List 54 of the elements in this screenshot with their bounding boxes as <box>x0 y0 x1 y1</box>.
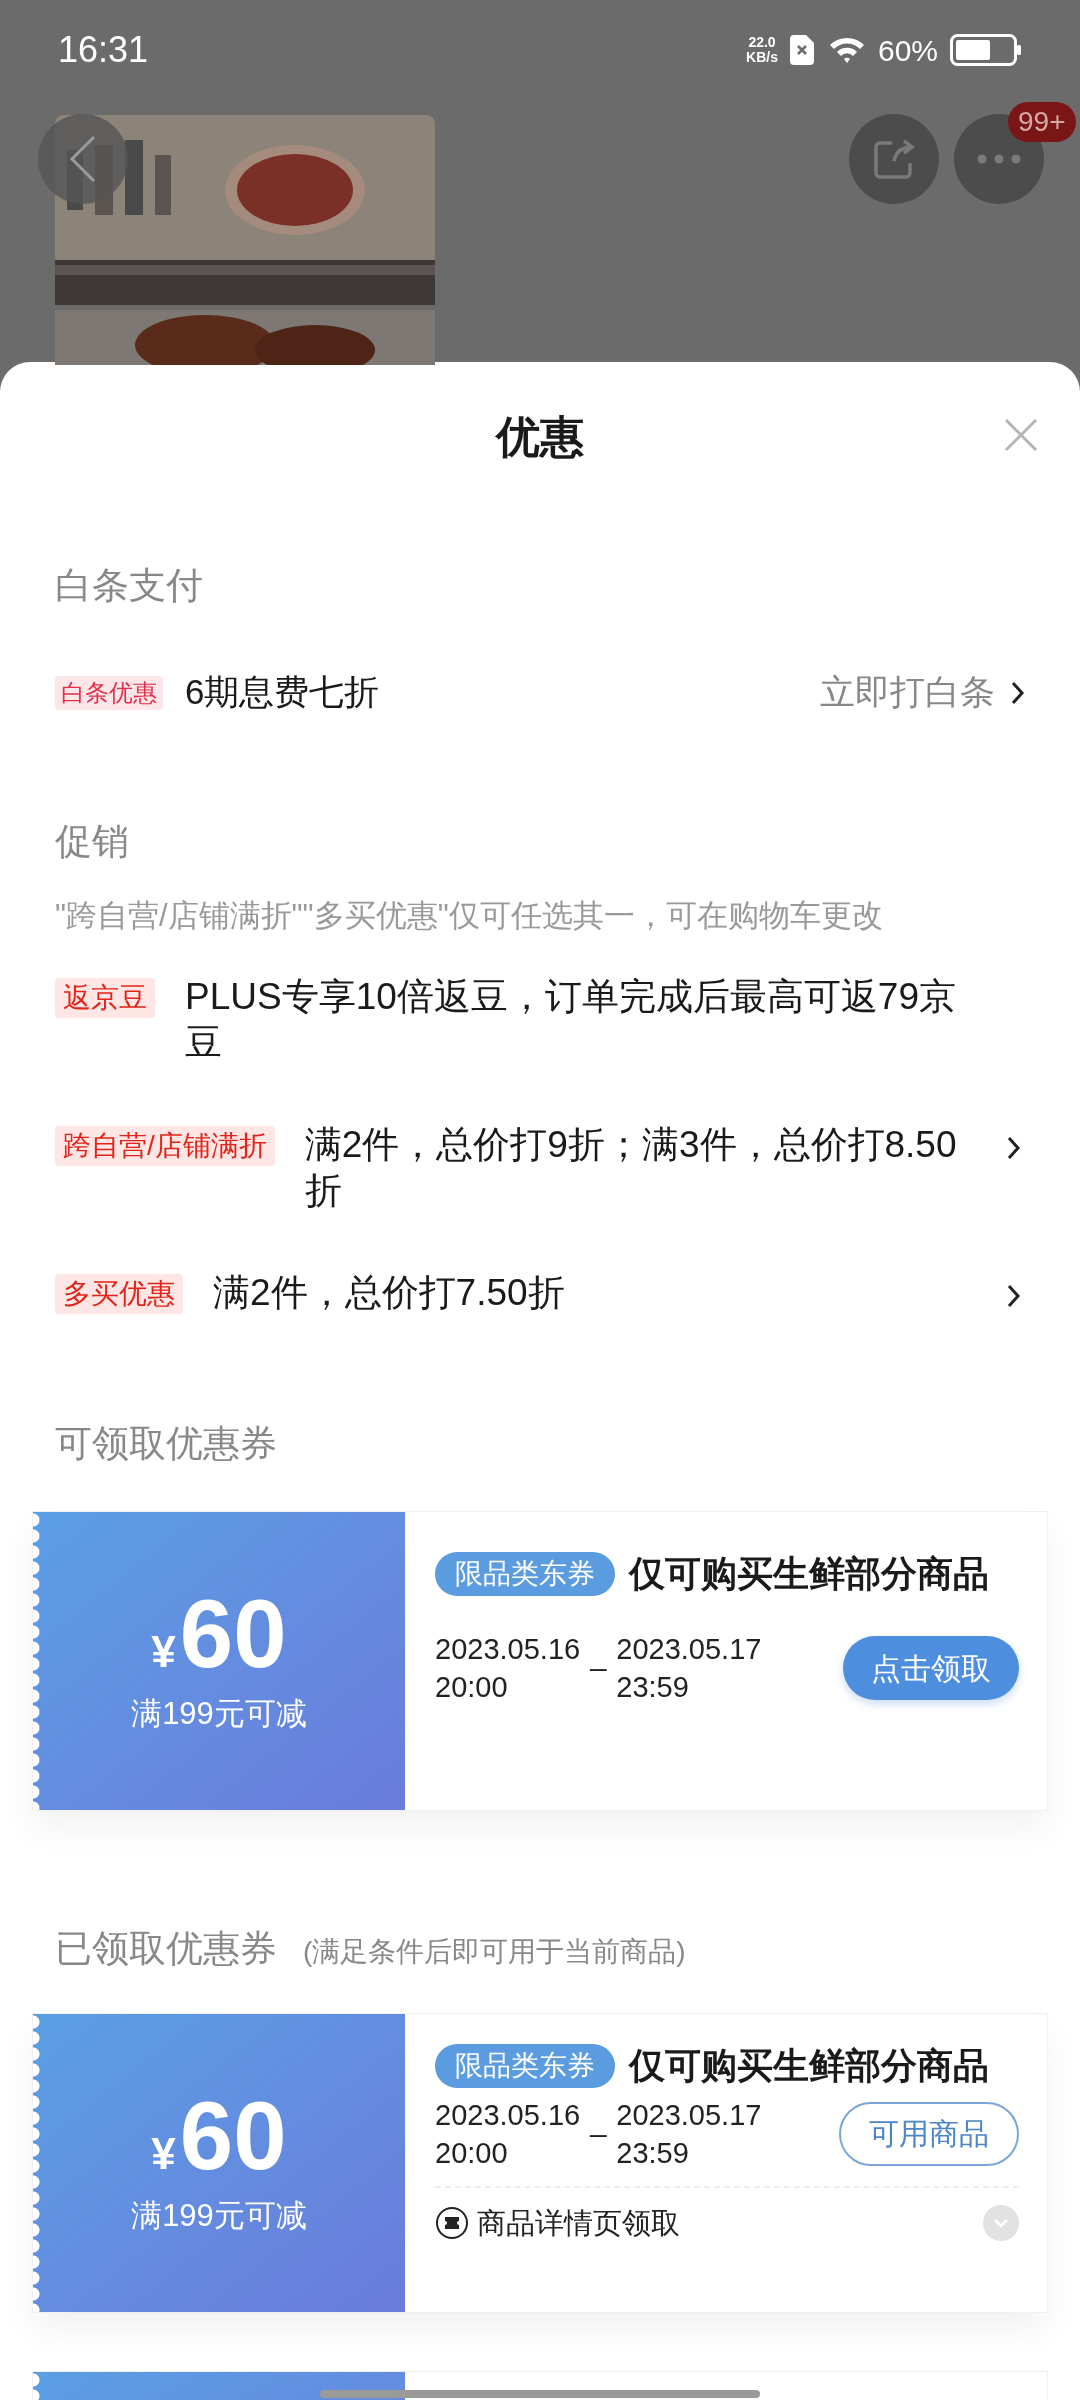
sheet-title: 优惠 <box>496 411 584 463</box>
start-time: 20:00 <box>435 2135 509 2171</box>
start-date: 2023.05.16 <box>435 1632 581 1667</box>
battery-percent: 60% <box>877 32 938 69</box>
promotion-note: "跨自营/店铺满折""多买优惠"仅可任选其一，可在购物车更改 <box>55 897 884 935</box>
chevron-icon <box>1011 680 1025 705</box>
date-separator: _ <box>590 2103 607 2139</box>
coupon-condition: 满199元可减 <box>131 1695 307 1734</box>
status-time: 16:31 <box>58 28 150 72</box>
claim-button[interactable]: 点击领取 <box>843 1636 1019 1700</box>
promo-tag: 返京豆 <box>55 977 155 1018</box>
promo-text: 满2件，总价打9折；满3件，总价打8.50折 <box>304 1122 958 1213</box>
chevron-icon[interactable] <box>1007 1135 1021 1160</box>
network-speed: 22.0 KB/s <box>746 35 778 65</box>
coupon-tag: 限品类东券 <box>435 1552 615 1596</box>
currency-symbol: ¥ <box>151 1626 176 1679</box>
start-time: 20:00 <box>435 1670 509 1705</box>
notification-badge: 99+ <box>1008 102 1076 142</box>
coupon-amount: 60 <box>179 2085 287 2187</box>
more-icon <box>977 154 1021 164</box>
battery-icon <box>950 34 1022 66</box>
end-date: 2023.05.17 <box>616 2097 762 2133</box>
coupon-condition: 满199元可减 <box>131 2196 307 2235</box>
sim-icon <box>789 35 814 65</box>
ticket-icon <box>435 2206 469 2241</box>
end-time: 23:59 <box>616 1670 690 1705</box>
section-note: (满足条件后即可用于当前商品) <box>303 1935 686 1969</box>
end-date: 2023.05.17 <box>616 1632 762 1667</box>
share-icon <box>872 137 916 181</box>
coupon-description: 仅可购买生鲜部分商品 <box>629 2043 990 2088</box>
expand-icon[interactable] <box>983 2205 1019 2242</box>
promo-text: PLUS专享10倍返豆，订单完成后最高可返79京豆 <box>185 974 957 1065</box>
applicable-goods-button[interactable]: 可用商品 <box>839 2101 1019 2166</box>
promo-tag: 跨自营/店铺满折 <box>55 1125 275 1166</box>
promo-text: 满2件，总价打7.50折 <box>213 1270 566 1315</box>
promo-tag: 白条优惠 <box>55 675 163 710</box>
start-date: 2023.05.16 <box>435 2097 581 2133</box>
end-time: 23:59 <box>616 2135 690 2171</box>
coupon-description: 仅可购买生鲜部分商品 <box>629 1552 990 1596</box>
claim-source: 商品详情页领取 <box>477 2205 681 2241</box>
close-icon[interactable] <box>1004 418 1038 452</box>
chevron-icon[interactable] <box>1007 1283 1021 1308</box>
back-icon <box>68 134 98 184</box>
section-title: 白条支付 <box>55 564 204 608</box>
section-title: 已领取优惠券 <box>55 1927 277 1971</box>
section-title: 可领取优惠券 <box>55 1421 278 1466</box>
coupon-tag: 限品类东券 <box>435 2043 615 2088</box>
date-separator: _ <box>590 1638 607 1673</box>
promo-text: 6期息费七折 <box>185 671 381 714</box>
promo-tag: 多买优惠 <box>55 1273 183 1314</box>
coupon-amount: 60 <box>179 1584 287 1686</box>
currency-symbol: ¥ <box>151 2127 176 2180</box>
open-baitiao-link[interactable]: 立即打白条 <box>820 666 1025 719</box>
section-title: 促销 <box>55 819 130 864</box>
